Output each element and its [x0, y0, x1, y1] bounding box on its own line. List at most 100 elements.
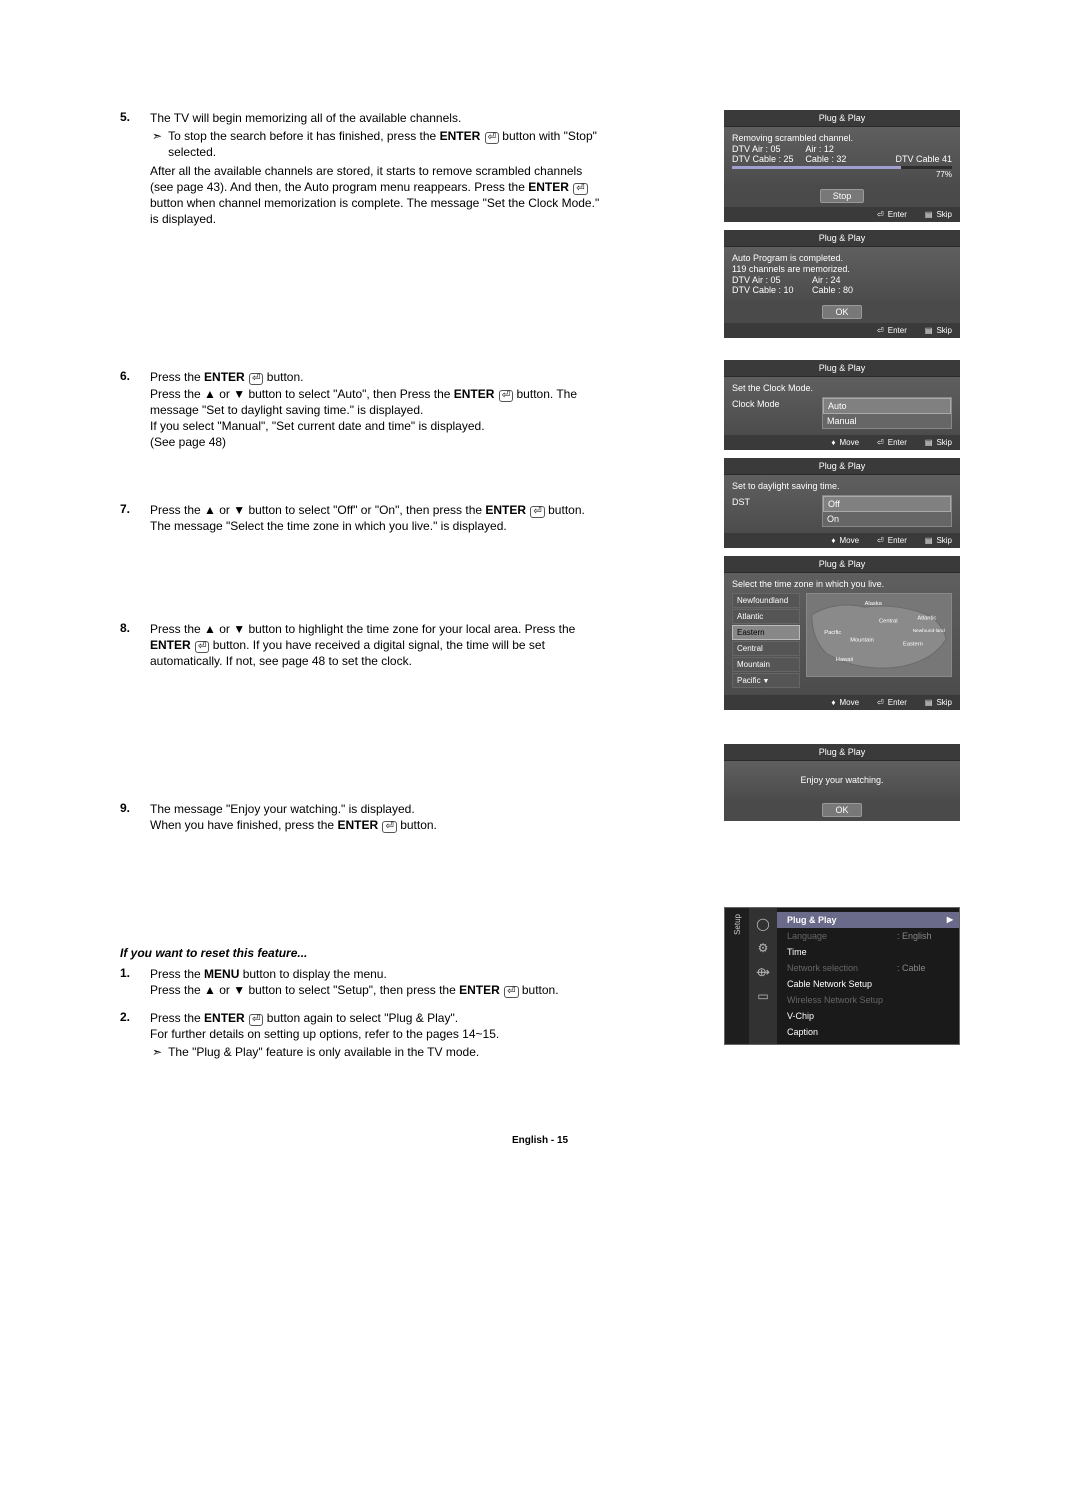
option-on[interactable]: On: [823, 512, 951, 526]
satellite-icon: ⟴: [755, 964, 771, 980]
menu-icon: ▤: [925, 536, 933, 545]
step-number: 1.: [120, 966, 150, 998]
step-line: The TV will begin memorizing all of the …: [150, 110, 600, 126]
osd-screenshots-column: Plug & Play Removing scrambled channel. …: [724, 110, 960, 1075]
ok-button[interactable]: OK: [822, 803, 861, 817]
progress-percent: 77%: [732, 170, 952, 179]
option-manual[interactable]: Manual: [823, 414, 951, 428]
reset-step-1: 1. Press the MENU button to display the …: [120, 966, 600, 998]
setup-item[interactable]: Time: [777, 944, 959, 960]
setup-item[interactable]: V-Chip: [777, 1008, 959, 1024]
step-6: 6. Press the ENTER ⏎ button. Press the ▲…: [120, 369, 600, 450]
note-arrow-icon: ➣: [152, 1044, 162, 1060]
stop-button[interactable]: Stop: [820, 189, 865, 203]
setup-item[interactable]: Cable Network Setup: [777, 976, 959, 992]
setup-item-label: Wireless Network Setup: [787, 995, 897, 1005]
osd-title: Plug & Play: [724, 556, 960, 573]
setup-list: Plug & PlayLanguage: English Time Network …: [777, 908, 959, 1044]
note: ➣ The "Plug & Play" feature is only avai…: [150, 1044, 600, 1060]
step-line: Press the ▲ or ▼ button to select "Off" …: [150, 502, 600, 534]
enter-icon: ⏎: [877, 326, 884, 335]
dst-select[interactable]: Off On: [822, 495, 952, 527]
tz-item[interactable]: Mountain: [732, 657, 800, 672]
step-line: When you have finished, press the ENTER …: [150, 817, 600, 833]
setup-item-label: Time: [787, 947, 897, 957]
svg-text:Newfound-land: Newfound-land: [913, 628, 946, 634]
step-line: Press the ENTER ⏎ button.: [150, 369, 600, 385]
tz-item[interactable]: Newfoundland: [732, 593, 800, 608]
reset-heading: If you want to reset this feature...: [120, 946, 600, 960]
osd-title: Plug & Play: [724, 458, 960, 475]
osd-enjoy: Plug & Play Enjoy your watching. OK: [724, 744, 960, 821]
svg-text:Central: Central: [879, 619, 898, 625]
gear-icon[interactable]: ⚙: [755, 940, 771, 956]
svg-text:Hawaii: Hawaii: [836, 657, 853, 663]
setup-item[interactable]: Language: English: [777, 928, 959, 944]
step-number: 2.: [120, 1010, 150, 1063]
enter-hint: ⏎Enter: [877, 698, 907, 707]
setup-item-label: Caption: [787, 1027, 897, 1037]
page-footer: English - 15: [0, 1115, 1080, 1186]
step-number: 8.: [120, 621, 150, 670]
step-7: 7. Press the ▲ or ▼ button to select "Of…: [120, 502, 600, 534]
step-line: (See page 48): [150, 434, 600, 450]
osd-title: Plug & Play: [724, 360, 960, 377]
skip-hint: ▤Skip: [925, 438, 952, 447]
enter-hint: ⏎Enter: [877, 438, 907, 447]
timezone-list[interactable]: Newfoundland Atlantic Eastern Central Mo…: [732, 593, 800, 689]
osd-complete: Plug & Play Auto Program is completed. 1…: [724, 230, 960, 338]
setup-item-label: Cable Network Setup: [787, 979, 897, 989]
enter-hint: ⏎Enter: [877, 326, 907, 335]
enter-icon: ⏎: [877, 438, 884, 447]
enter-icon: ⏎: [877, 210, 884, 219]
note: ➣ To stop the search before it has finis…: [150, 128, 600, 160]
skip-hint: ▤Skip: [925, 210, 952, 219]
menu-icon: ▤: [925, 210, 933, 219]
ok-button[interactable]: OK: [822, 305, 861, 319]
svg-text:Mountain: Mountain: [850, 638, 874, 644]
step-line: Press the ▲ or ▼ button to select "Auto"…: [150, 386, 600, 418]
updown-icon: ♦: [831, 536, 835, 545]
enter-hint: ⏎Enter: [877, 210, 907, 219]
setup-tabbar: Setup: [725, 908, 749, 1044]
osd-status: Removing scrambled channel.: [732, 133, 952, 143]
setup-item-value: : Cable: [897, 963, 926, 973]
menu-icon: ▤: [925, 698, 933, 707]
tz-item-selected[interactable]: Eastern: [732, 625, 800, 640]
media-icon: ▭: [755, 988, 771, 1004]
clock-mode-select[interactable]: Auto Manual: [822, 397, 952, 429]
option-auto[interactable]: Auto: [823, 398, 951, 414]
move-hint: ♦Move: [831, 438, 859, 447]
updown-icon: ♦: [831, 438, 835, 447]
skip-hint: ▤Skip: [925, 326, 952, 335]
tz-item[interactable]: Pacific: [732, 673, 800, 688]
move-hint: ♦Move: [831, 698, 859, 707]
setup-item[interactable]: Caption: [777, 1024, 959, 1040]
skip-hint: ▤Skip: [925, 698, 952, 707]
menu-icon: ▤: [925, 326, 933, 335]
step-line: For further details on setting up option…: [150, 1026, 600, 1042]
step-line: After all the available channels are sto…: [150, 163, 600, 228]
svg-text:Pacific: Pacific: [824, 630, 841, 636]
tz-item[interactable]: Atlantic: [732, 609, 800, 624]
option-off[interactable]: Off: [823, 496, 951, 512]
step-8: 8. Press the ▲ or ▼ button to highlight …: [120, 621, 600, 670]
setup-item[interactable]: Wireless Network Setup: [777, 992, 959, 1008]
osd-title: Plug & Play: [724, 230, 960, 247]
instruction-text: 5. The TV will begin memorizing all of t…: [120, 110, 600, 1075]
droplet-icon: ◯: [755, 916, 771, 932]
enter-icon: ⏎: [877, 698, 884, 707]
step-line: Press the ▲ or ▼ button to highlight the…: [150, 621, 600, 670]
updown-icon: ♦: [831, 698, 835, 707]
timezone-map: Alaska Pacific Mountain Central Eastern …: [806, 593, 952, 677]
osd-dst: Plug & Play Set to daylight saving time.…: [724, 458, 960, 548]
setup-item-label: Network selection: [787, 963, 897, 973]
setup-item-value: : English: [897, 931, 932, 941]
step-line: Press the MENU button to display the men…: [150, 966, 600, 982]
setup-item[interactable]: Plug & Play: [777, 912, 959, 928]
setup-menu: Setup ◯ ⚙ ⟴ ▭ Plug & PlayLanguage: Engli…: [724, 907, 960, 1045]
setup-item[interactable]: Network selection: Cable: [777, 960, 959, 976]
osd-title: Plug & Play: [724, 744, 960, 761]
tab-setup[interactable]: Setup: [733, 914, 742, 935]
tz-item[interactable]: Central: [732, 641, 800, 656]
